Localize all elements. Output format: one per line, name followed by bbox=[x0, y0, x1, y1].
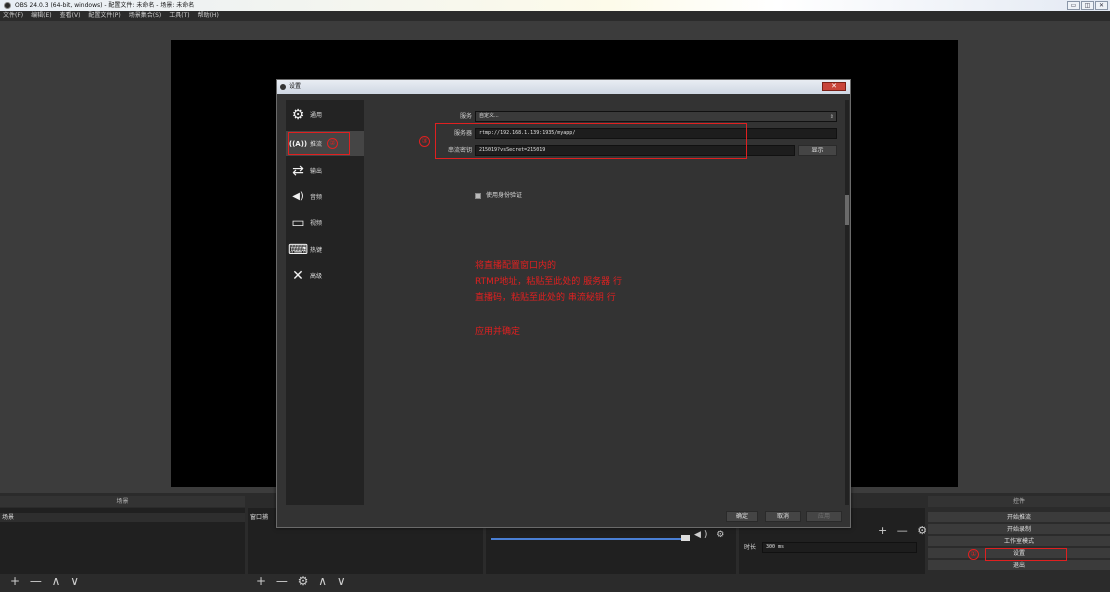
monitor-icon: ▭ bbox=[291, 214, 305, 231]
menu-scene-collection[interactable]: 场景集合(S) bbox=[129, 11, 162, 21]
start-streaming-button[interactable]: 开始推流 bbox=[928, 512, 1110, 523]
sidebar-item-label: 高级 bbox=[310, 273, 323, 280]
sidebar-item-audio[interactable]: ◀) 音频 bbox=[286, 184, 364, 209]
menu-bar: 文件(F) 编辑(E) 查看(V) 配置文件(P) 场景集合(S) 工具(T) … bbox=[0, 11, 1110, 21]
step-marker-2: ② bbox=[327, 138, 338, 149]
dialog-close-button[interactable]: ✕ bbox=[822, 82, 846, 91]
service-label: 服务 bbox=[459, 113, 472, 120]
sidebar-item-video[interactable]: ▭ 视频 bbox=[286, 210, 364, 235]
sidebar-item-label: 视频 bbox=[310, 220, 323, 227]
server-key-highlight-box bbox=[435, 123, 747, 159]
scene-list-item[interactable]: 场景 bbox=[0, 513, 245, 522]
studio-mode-button[interactable]: 工作室模式 bbox=[928, 536, 1110, 547]
menu-profile[interactable]: 配置文件(P) bbox=[88, 11, 120, 21]
dialog-scrollbar[interactable] bbox=[845, 100, 849, 505]
menu-edit[interactable]: 编辑(E) bbox=[31, 11, 51, 21]
apply-button[interactable]: 应用 bbox=[806, 511, 842, 522]
volume-slider-handle[interactable] bbox=[681, 535, 690, 541]
window-title: OBS 24.0.3 (64-bit, windows) - 配置文件: 未命名… bbox=[15, 2, 195, 9]
sidebar-item-label: 输出 bbox=[310, 168, 323, 175]
menu-help[interactable]: 帮助(H) bbox=[198, 11, 219, 21]
window-titlebar: OBS 24.0.3 (64-bit, windows) - 配置文件: 未命名… bbox=[0, 0, 1110, 11]
obs-logo-icon bbox=[280, 84, 286, 90]
show-key-button[interactable]: 显示 bbox=[798, 145, 837, 156]
start-recording-button[interactable]: 开始录制 bbox=[928, 524, 1110, 535]
annotation-line-2: RTMP地址，粘贴至此处的 服务器 行 bbox=[475, 277, 623, 287]
window-controls: ▭ ◫ ✕ bbox=[1067, 1, 1108, 10]
scene-tools[interactable]: + — ∧ ∨ bbox=[10, 574, 82, 588]
volume-slider[interactable] bbox=[491, 538, 681, 540]
controls-dock-header: 控件 bbox=[928, 496, 1110, 507]
close-window-button[interactable]: ✕ bbox=[1095, 1, 1108, 10]
annotation-line-4: 应用并确定 bbox=[475, 327, 521, 337]
cancel-button[interactable]: 取消 bbox=[765, 511, 801, 522]
tools-icon: ✕ bbox=[292, 267, 304, 284]
duration-input[interactable]: 300 ms bbox=[762, 542, 917, 553]
output-icon: ⇄ bbox=[292, 162, 304, 179]
use-auth-label: 使用身份验证 bbox=[486, 192, 523, 199]
step-marker-1: ① bbox=[968, 549, 979, 560]
annotation-line-3: 直播码，粘贴至此处的 串流秘钥 行 bbox=[475, 293, 616, 303]
sidebar-item-advanced[interactable]: ✕ 高级 bbox=[286, 263, 364, 288]
settings-sidebar: ⚙ 通用 ((A)) 推流 ⇄ 输出 ◀) 音频 ▭ 视频 ⌨ 热键 ✕ 高级 bbox=[286, 100, 364, 505]
ok-button[interactable]: 确定 bbox=[726, 511, 758, 522]
speaker-icon: ◀) bbox=[292, 191, 304, 202]
sidebar-item-general[interactable]: ⚙ 通用 bbox=[286, 102, 364, 127]
scrollbar-thumb[interactable] bbox=[845, 195, 849, 225]
source-tools[interactable]: + — ⚙ ∧ ∨ bbox=[256, 574, 349, 588]
service-value: 自定义... bbox=[479, 113, 499, 119]
sidebar-item-label: 通用 bbox=[310, 112, 323, 119]
settings-dialog-titlebar: 设置 ✕ bbox=[277, 80, 850, 94]
settings-dialog: 设置 ✕ ⚙ 通用 ((A)) 推流 ⇄ 输出 ◀) 音频 ▭ 视频 ⌨ 热键 … bbox=[276, 79, 851, 528]
service-select[interactable]: 自定义... ⇕ bbox=[475, 111, 837, 122]
menu-view[interactable]: 查看(V) bbox=[60, 11, 81, 21]
maximize-button[interactable]: ◫ bbox=[1081, 1, 1094, 10]
sidebar-item-label: 热键 bbox=[310, 247, 323, 254]
step-marker-3: ③ bbox=[419, 136, 430, 147]
stream-tab-highlight-box bbox=[288, 132, 350, 155]
keyboard-icon: ⌨ bbox=[287, 241, 309, 258]
menu-tools[interactable]: 工具(T) bbox=[169, 11, 189, 21]
chevron-updown-icon: ⇕ bbox=[829, 114, 834, 120]
minimize-button[interactable]: ▭ bbox=[1067, 1, 1080, 10]
settings-dialog-title: 设置 bbox=[289, 83, 302, 90]
sidebar-item-output[interactable]: ⇄ 输出 bbox=[286, 158, 364, 183]
menu-file[interactable]: 文件(F) bbox=[3, 11, 23, 21]
settings-highlight-box bbox=[985, 548, 1067, 561]
use-auth-checkbox[interactable] bbox=[475, 193, 481, 199]
duration-label: 时长 bbox=[744, 544, 757, 551]
source-list-item[interactable]: 窗口捕 bbox=[248, 513, 278, 522]
sidebar-item-hotkeys[interactable]: ⌨ 热键 bbox=[286, 237, 364, 262]
scenes-dock-header: 场景 bbox=[0, 496, 245, 507]
exit-button[interactable]: 退出 bbox=[928, 560, 1110, 571]
obs-logo-icon bbox=[4, 2, 11, 9]
gear-icon: ⚙ bbox=[291, 106, 305, 123]
transition-tools[interactable]: + — ⚙ bbox=[878, 524, 930, 537]
sidebar-item-label: 音频 bbox=[310, 194, 323, 201]
mixer-tools[interactable]: ◀) ⚙ bbox=[694, 530, 727, 540]
annotation-line-1: 将直播配置窗口内的 bbox=[475, 261, 557, 271]
